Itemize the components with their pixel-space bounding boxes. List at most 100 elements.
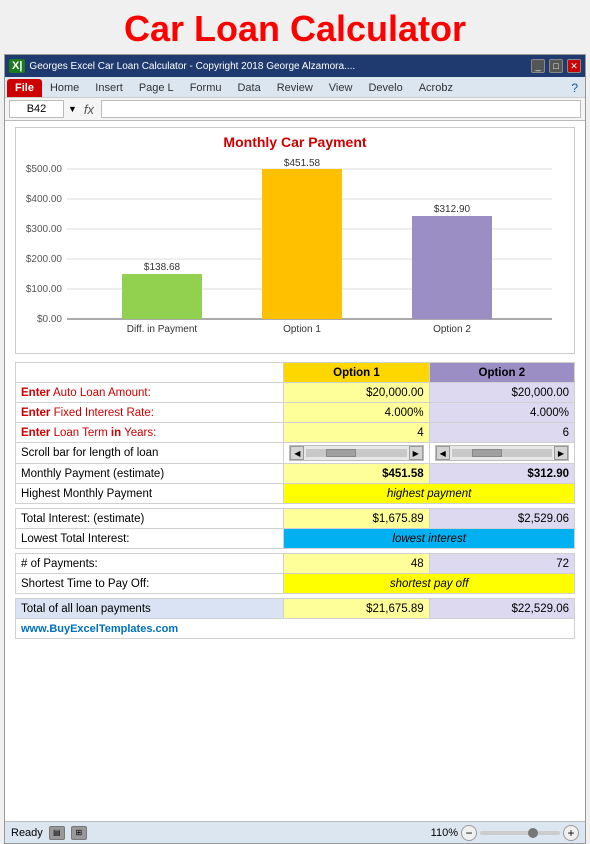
svg-text:Diff. in Payment: Diff. in Payment bbox=[127, 324, 198, 335]
title-bar-left: X| Georges Excel Car Loan Calculator - C… bbox=[9, 59, 355, 73]
total-payments-val2: $22,529.06 bbox=[429, 599, 574, 619]
scroll-right-arrow-1[interactable]: ▶ bbox=[409, 446, 423, 460]
bar-chart: $500.00 $400.00 $300.00 $200.00 $100.00 … bbox=[22, 154, 562, 344]
table-row: Lowest Total Interest: lowest interest bbox=[16, 529, 575, 549]
status-bar: Ready ▤ ⊞ 110% − + bbox=[5, 821, 585, 843]
lowest-interest-highlight: lowest interest bbox=[284, 529, 575, 549]
ribbon: File Home Insert Page L Formu Data Revie… bbox=[5, 77, 585, 121]
restore-button[interactable]: □ bbox=[549, 59, 563, 73]
chart-area: Monthly Car Payment $500.00 $400.00 $300… bbox=[15, 127, 575, 354]
tab-view[interactable]: View bbox=[321, 79, 361, 97]
highest-payment-highlight: highest payment bbox=[284, 484, 575, 504]
tab-home[interactable]: Home bbox=[42, 79, 87, 97]
auto-loan-val2[interactable]: $20,000.00 bbox=[429, 383, 574, 403]
scrollbar-label: Scroll bar for length of loan bbox=[16, 443, 284, 464]
auto-loan-label: Enter Auto Loan Amount: bbox=[16, 383, 284, 403]
num-payments-label: # of Payments: bbox=[16, 554, 284, 574]
tab-review[interactable]: Review bbox=[269, 79, 321, 97]
interest-rate-label: Enter Fixed Interest Rate: bbox=[16, 403, 284, 423]
tab-file[interactable]: File bbox=[7, 79, 42, 97]
total-payments-label: Total of all loan payments bbox=[16, 599, 284, 619]
chart-svg-container: $500.00 $400.00 $300.00 $200.00 $100.00 … bbox=[22, 154, 568, 347]
shortest-payoff-label: Shortest Time to Pay Off: bbox=[16, 574, 284, 594]
num-payments-val2: 72 bbox=[429, 554, 574, 574]
zoom-bar: 110% − + bbox=[431, 825, 579, 841]
scroll-right-arrow-2[interactable]: ▶ bbox=[554, 446, 568, 460]
minimize-button[interactable]: _ bbox=[531, 59, 545, 73]
zoom-plus-button[interactable]: + bbox=[563, 825, 579, 841]
zoom-thumb bbox=[528, 828, 538, 838]
status-left: Ready ▤ ⊞ bbox=[11, 826, 87, 840]
table-header-row: Option 1 Option 2 bbox=[16, 363, 575, 383]
table-row: Enter Auto Loan Amount: $20,000.00 $20,0… bbox=[16, 383, 575, 403]
title-bar-controls: _ □ ✕ bbox=[531, 59, 581, 73]
table-row: Enter Fixed Interest Rate: 4.000% 4.000% bbox=[16, 403, 575, 423]
option1-header: Option 1 bbox=[284, 363, 429, 383]
excel-icon: X| bbox=[9, 59, 25, 73]
svg-text:Option 1: Option 1 bbox=[283, 324, 321, 335]
ribbon-tabs: File Home Insert Page L Formu Data Revie… bbox=[5, 77, 585, 97]
title-bar-text: Georges Excel Car Loan Calculator - Copy… bbox=[29, 61, 355, 72]
scroll-left-arrow-2[interactable]: ◀ bbox=[436, 446, 450, 460]
monthly-payment-val2: $312.90 bbox=[429, 464, 574, 484]
formula-input[interactable] bbox=[101, 100, 581, 118]
svg-text:$451.58: $451.58 bbox=[284, 158, 321, 169]
svg-text:$200.00: $200.00 bbox=[26, 254, 63, 265]
total-interest-val1: $1,675.89 bbox=[284, 509, 429, 529]
title-bar: X| Georges Excel Car Loan Calculator - C… bbox=[5, 55, 585, 77]
scroll-left-arrow-1[interactable]: ◀ bbox=[290, 446, 304, 460]
total-payments-val1: $21,675.89 bbox=[284, 599, 429, 619]
auto-loan-val1[interactable]: $20,000.00 bbox=[284, 383, 429, 403]
monthly-payment-val1: $451.58 bbox=[284, 464, 429, 484]
tab-data[interactable]: Data bbox=[229, 79, 268, 97]
num-payments-val1: 48 bbox=[284, 554, 429, 574]
excel-window: X| Georges Excel Car Loan Calculator - C… bbox=[4, 54, 586, 844]
loan-term-label: Enter Loan Term in Years: bbox=[16, 423, 284, 443]
page-view-icon[interactable]: ▤ bbox=[49, 826, 65, 840]
table-row: Total of all loan payments $21,675.89 $2… bbox=[16, 599, 575, 619]
table-row: Highest Monthly Payment highest payment bbox=[16, 484, 575, 504]
tab-insert[interactable]: Insert bbox=[87, 79, 131, 97]
loan-term-val1[interactable]: 4 bbox=[284, 423, 429, 443]
scrollbar-option1[interactable]: ◀ ▶ bbox=[284, 443, 429, 464]
table-row: www.BuyExcelTemplates.com bbox=[16, 619, 575, 639]
zoom-level: 110% bbox=[431, 827, 458, 839]
bar-diff-payment bbox=[122, 274, 202, 319]
interest-rate-val1[interactable]: 4.000% bbox=[284, 403, 429, 423]
shortest-payoff-highlight: shortest pay off bbox=[284, 574, 575, 594]
table-row: # of Payments: 48 72 bbox=[16, 554, 575, 574]
close-button[interactable]: ✕ bbox=[567, 59, 581, 73]
app-title: Car Loan Calculator bbox=[0, 0, 590, 54]
svg-text:$500.00: $500.00 bbox=[26, 164, 63, 175]
status-right: 110% − + bbox=[431, 825, 579, 841]
loan-term-val2[interactable]: 6 bbox=[429, 423, 574, 443]
tab-pagelayout[interactable]: Page L bbox=[131, 79, 182, 97]
svg-text:$300.00: $300.00 bbox=[26, 224, 63, 235]
sheet-content: Monthly Car Payment $500.00 $400.00 $300… bbox=[5, 121, 585, 821]
highest-payment-label: Highest Monthly Payment bbox=[16, 484, 284, 504]
scrollbar-option2[interactable]: ◀ ▶ bbox=[429, 443, 574, 464]
layout-view-icon[interactable]: ⊞ bbox=[71, 826, 87, 840]
zoom-minus-button[interactable]: − bbox=[461, 825, 477, 841]
table-row: Total Interest: (estimate) $1,675.89 $2,… bbox=[16, 509, 575, 529]
bar-option2 bbox=[412, 216, 492, 319]
fx-label: fx bbox=[84, 102, 94, 117]
help-icon[interactable]: ? bbox=[566, 79, 583, 97]
svg-text:$138.68: $138.68 bbox=[144, 262, 181, 273]
interest-rate-val2[interactable]: 4.000% bbox=[429, 403, 574, 423]
tab-acrobat[interactable]: Acrobz bbox=[411, 79, 461, 97]
scrollbar-row: Scroll bar for length of loan ◀ ▶ ◀ ▶ bbox=[16, 443, 575, 464]
table-row: Monthly Payment (estimate) $451.58 $312.… bbox=[16, 464, 575, 484]
data-table: Option 1 Option 2 Enter Auto Loan Amount… bbox=[15, 362, 575, 639]
monthly-payment-label: Monthly Payment (estimate) bbox=[16, 464, 284, 484]
ready-text: Ready bbox=[11, 827, 43, 839]
dropdown-arrow-icon[interactable]: ▼ bbox=[68, 104, 77, 114]
svg-text:$400.00: $400.00 bbox=[26, 194, 63, 205]
website-link[interactable]: www.BuyExcelTemplates.com bbox=[16, 619, 575, 639]
zoom-track[interactable] bbox=[480, 831, 560, 835]
cell-reference-box[interactable] bbox=[9, 100, 64, 118]
tab-developer[interactable]: Develo bbox=[360, 79, 410, 97]
svg-text:Option 2: Option 2 bbox=[433, 324, 471, 335]
formula-bar: ▼ fx bbox=[5, 97, 585, 120]
tab-formulas[interactable]: Formu bbox=[182, 79, 230, 97]
